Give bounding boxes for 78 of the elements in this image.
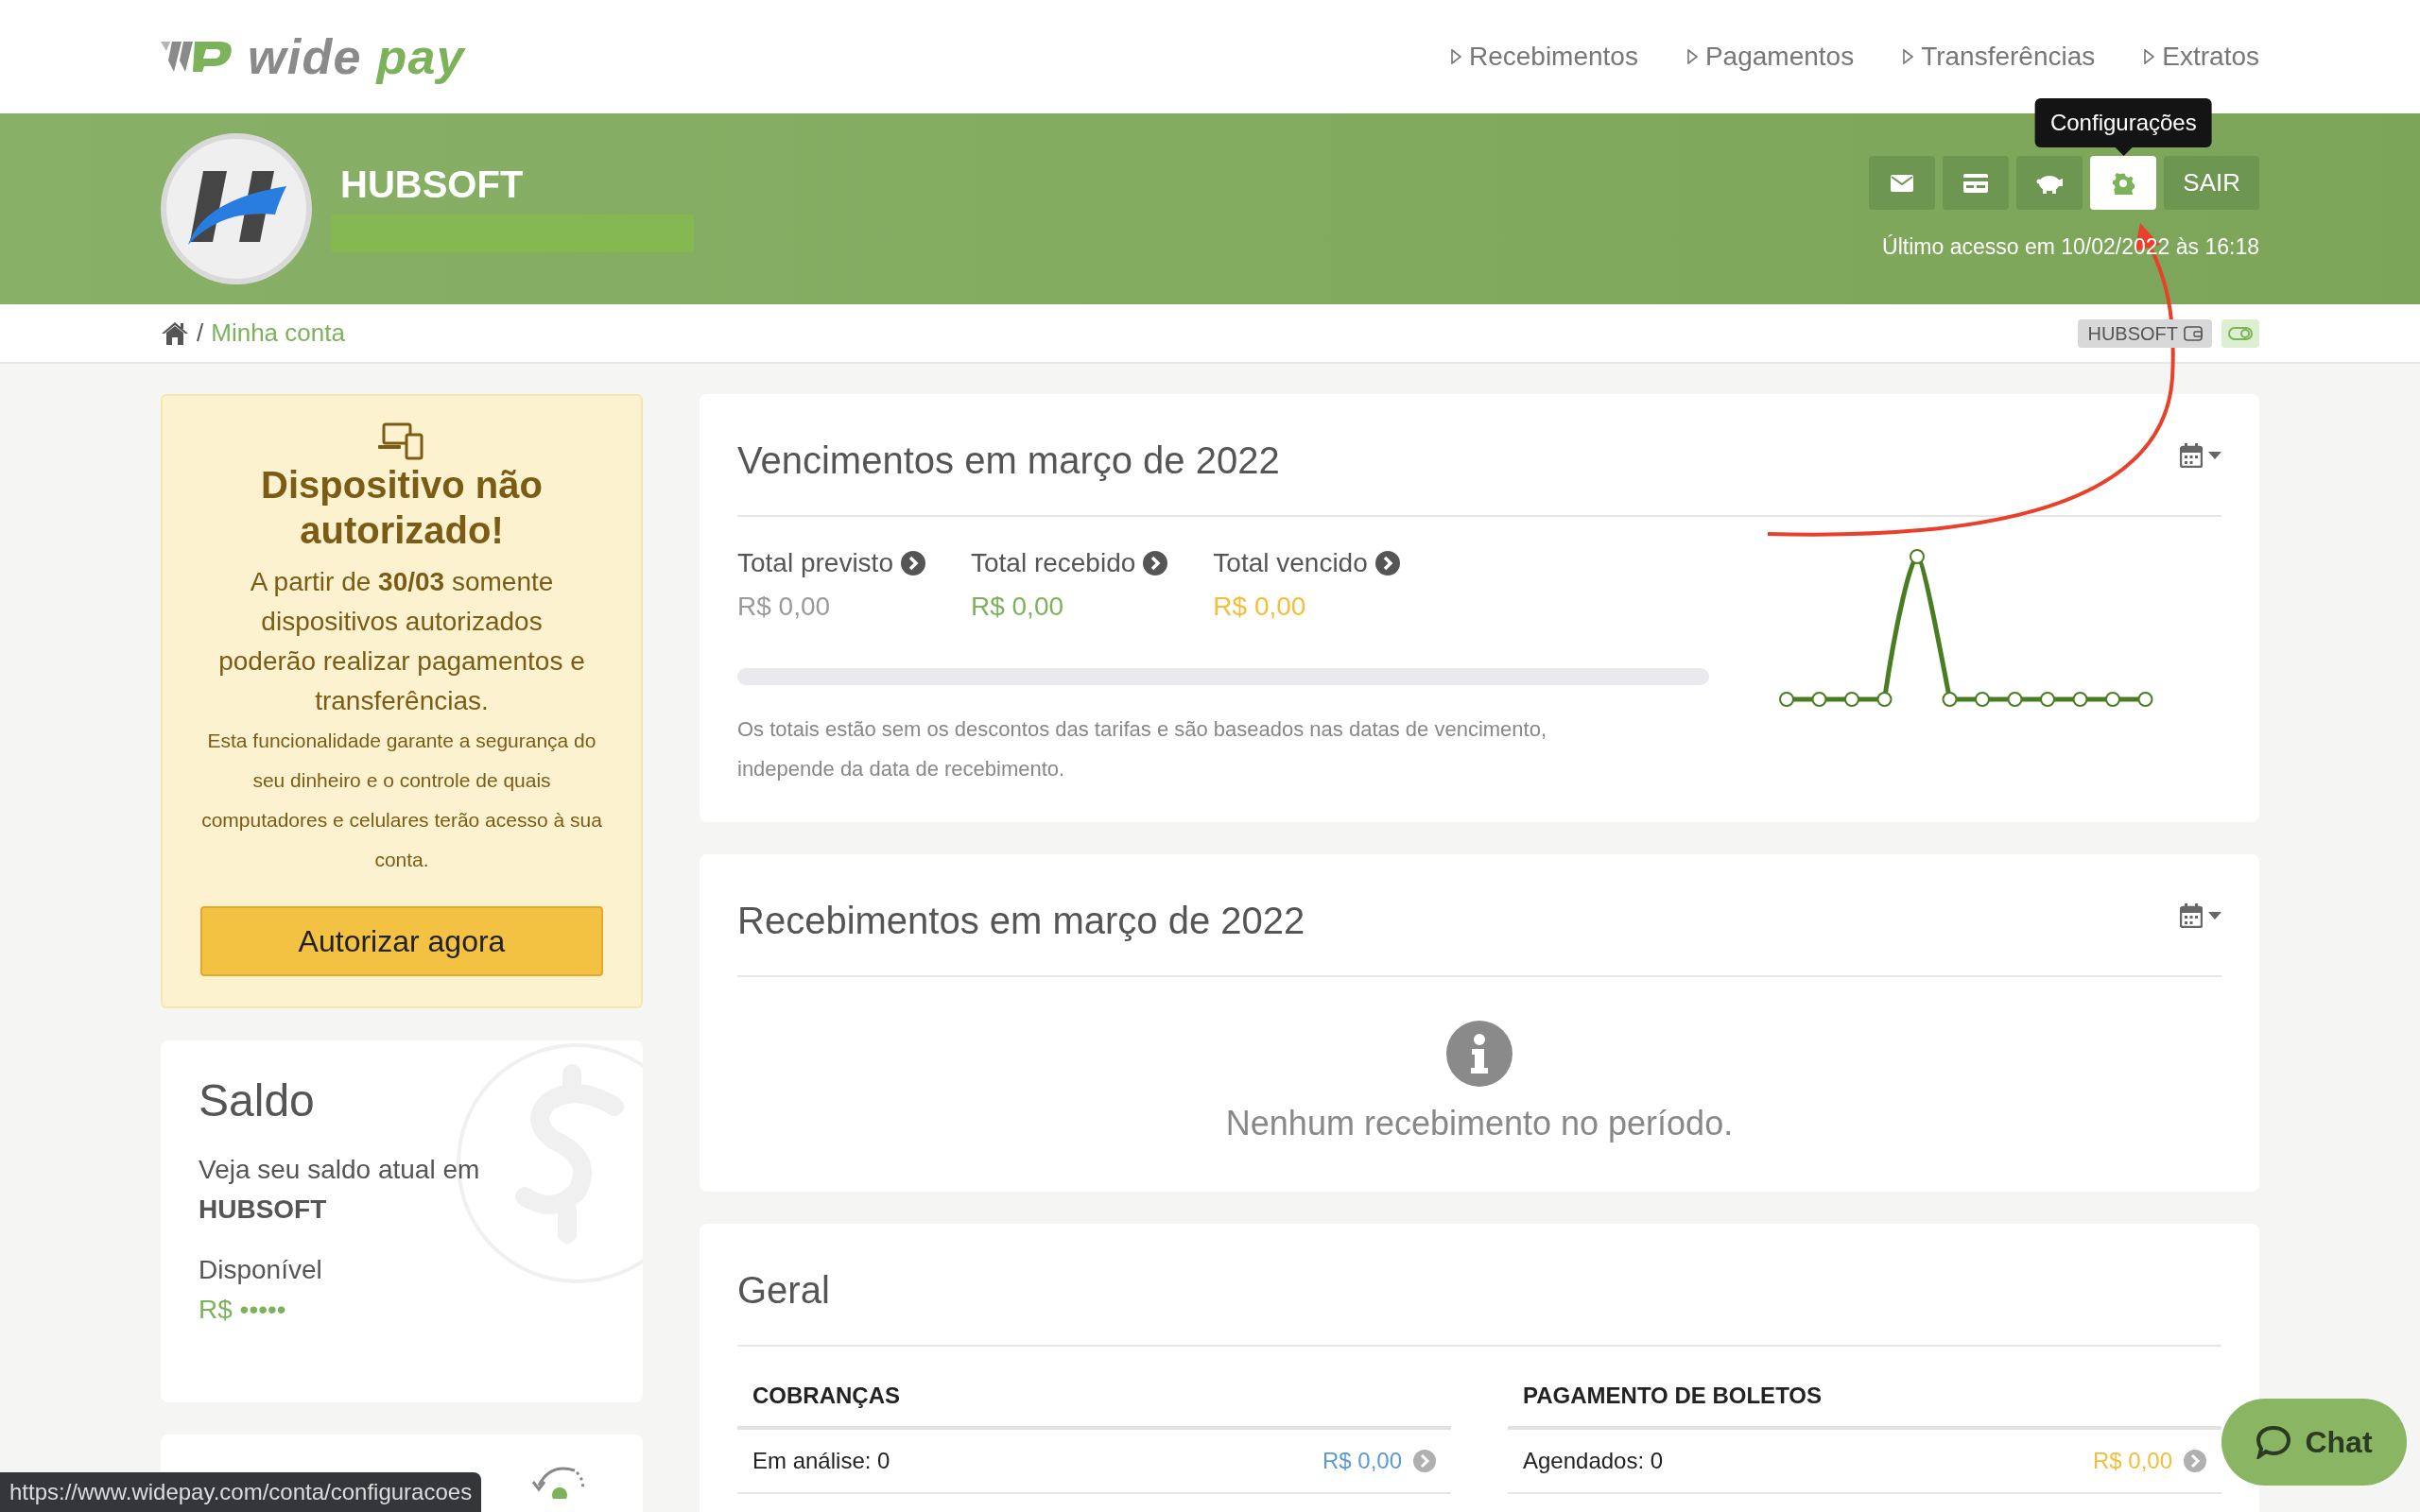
warning-title: Dispositivo não autorizado!: [260, 463, 544, 553]
authorize-button[interactable]: Autorizar agora: [200, 906, 603, 976]
calendar-icon: [2180, 903, 2203, 928]
chevron-circle-icon: [1143, 551, 1168, 576]
section-heading: PAGAMENTO DE BOLETOS: [1508, 1379, 2221, 1430]
total-link[interactable]: Total previsto: [737, 543, 925, 583]
balance-title: Saldo: [199, 1078, 316, 1124]
nav-link[interactable]: Extratos: [2144, 37, 2259, 77]
wallet-icon: [2184, 325, 2203, 341]
settings-icon: [2112, 171, 2135, 195]
chevron-circle-icon: [900, 551, 925, 576]
logout-button[interactable]: SAIR: [2164, 156, 2259, 210]
data-point: [2007, 692, 2023, 707]
caret-down-icon: [2208, 452, 2221, 459]
available-label: Disponível: [199, 1254, 323, 1286]
calendar-icon: [2180, 443, 2203, 468]
section-heading: COBRANÇAS: [737, 1379, 1451, 1430]
nav-link[interactable]: Pagamentos: [1686, 37, 1855, 77]
card-title: Vencimentos em março de 2022: [737, 438, 1280, 483]
breadcrumb-separator: /: [197, 318, 204, 349]
toolbar-button[interactable]: [1943, 156, 2010, 210]
total-link[interactable]: Total recebido: [970, 543, 1168, 583]
account-badge[interactable]: HUBSOFT: [2078, 318, 2212, 348]
nav-link[interactable]: Recebimentos: [1450, 37, 1638, 77]
card-title: Geral: [737, 1268, 831, 1313]
warning-message: A partir de 30/03 somente dispositivos autorizados poderão realizar pagamentos e transferências.: [217, 566, 586, 717]
caret-down-icon: [2208, 912, 2221, 919]
chat-button[interactable]: Chat: [2221, 1399, 2407, 1486]
data-point: [1942, 692, 1958, 707]
toggle-badge[interactable]: [2221, 318, 2259, 348]
devices-icon: [378, 422, 425, 460]
row-value: R$ 0,00: [1322, 1447, 1402, 1475]
data-point: [1779, 692, 1794, 707]
footnote-text: Os totais estão sem os descontos das tarifas e são baseados nas datas de vencimento, independe da data de recebimento.: [737, 716, 1548, 782]
toggle-icon: [2228, 326, 2253, 340]
toolbar-button[interactable]: [1869, 156, 1936, 210]
status-bar-url: https://www.widepay.com/conta/configuracoes: [0, 1472, 482, 1512]
card-title: Recebimentos em março de 2022: [737, 899, 1305, 943]
chevron-circle-icon[interactable]: [2184, 1450, 2206, 1472]
account-name: HUBSOFT: [199, 1194, 328, 1226]
calendar-dropdown[interactable]: [2180, 903, 2221, 928]
data-point: [1975, 692, 1990, 707]
data-point: [2040, 692, 2055, 707]
home-icon[interactable]: [161, 320, 189, 346]
data-point: [2105, 692, 2120, 707]
warning-detail: Esta funcionalidade garante a segurança do seu dinheiro e o controle de quais computadores e celulares terão acesso à sua conta.: [200, 729, 603, 872]
calendar-dropdown[interactable]: [2180, 443, 2221, 468]
data-point: [1876, 692, 1893, 707]
caret-right-icon: [1686, 49, 1698, 64]
envelope-icon: [1891, 174, 1914, 192]
card-icon: [1963, 173, 1989, 193]
toolbar-button[interactable]: [2016, 156, 2083, 210]
row-value: R$ 0,00: [2092, 1447, 2172, 1475]
tooltip: Configurações: [2034, 98, 2212, 156]
chevron-circle-icon[interactable]: [1413, 1450, 1436, 1472]
total-value: R$ 0,00: [970, 591, 1065, 623]
available-value: R$ •••••: [199, 1294, 287, 1326]
total-link[interactable]: Total vencido: [1213, 543, 1400, 583]
row-label: Agendados: 0: [1523, 1447, 1664, 1475]
chevron-circle-icon: [1374, 551, 1400, 576]
nav-link[interactable]: Transferências: [1903, 37, 2096, 77]
brand-name: wide pay: [248, 28, 466, 86]
data-point: [2072, 692, 2088, 707]
account-name: HUBSOFT: [340, 165, 525, 203]
data-point: [1910, 549, 1925, 564]
total-value: R$ 0,00: [737, 591, 832, 623]
row-label: Em análise: 0: [752, 1447, 890, 1475]
info-icon: [1446, 1021, 1512, 1087]
chat-bubble-icon: [2256, 1425, 2292, 1459]
caret-right-icon: [1903, 49, 1914, 64]
data-point: [2137, 692, 2153, 707]
caret-right-icon: [2144, 49, 2155, 64]
data-point: [1811, 692, 1827, 707]
total-value: R$ 0,00: [1213, 591, 1307, 623]
empty-message: Nenhum recebimento no período.: [1225, 1103, 1734, 1144]
balance-description: Veja seu saldo atual em: [199, 1154, 481, 1186]
data-point: [1844, 692, 1859, 707]
caret-right-icon: [1450, 49, 1461, 64]
